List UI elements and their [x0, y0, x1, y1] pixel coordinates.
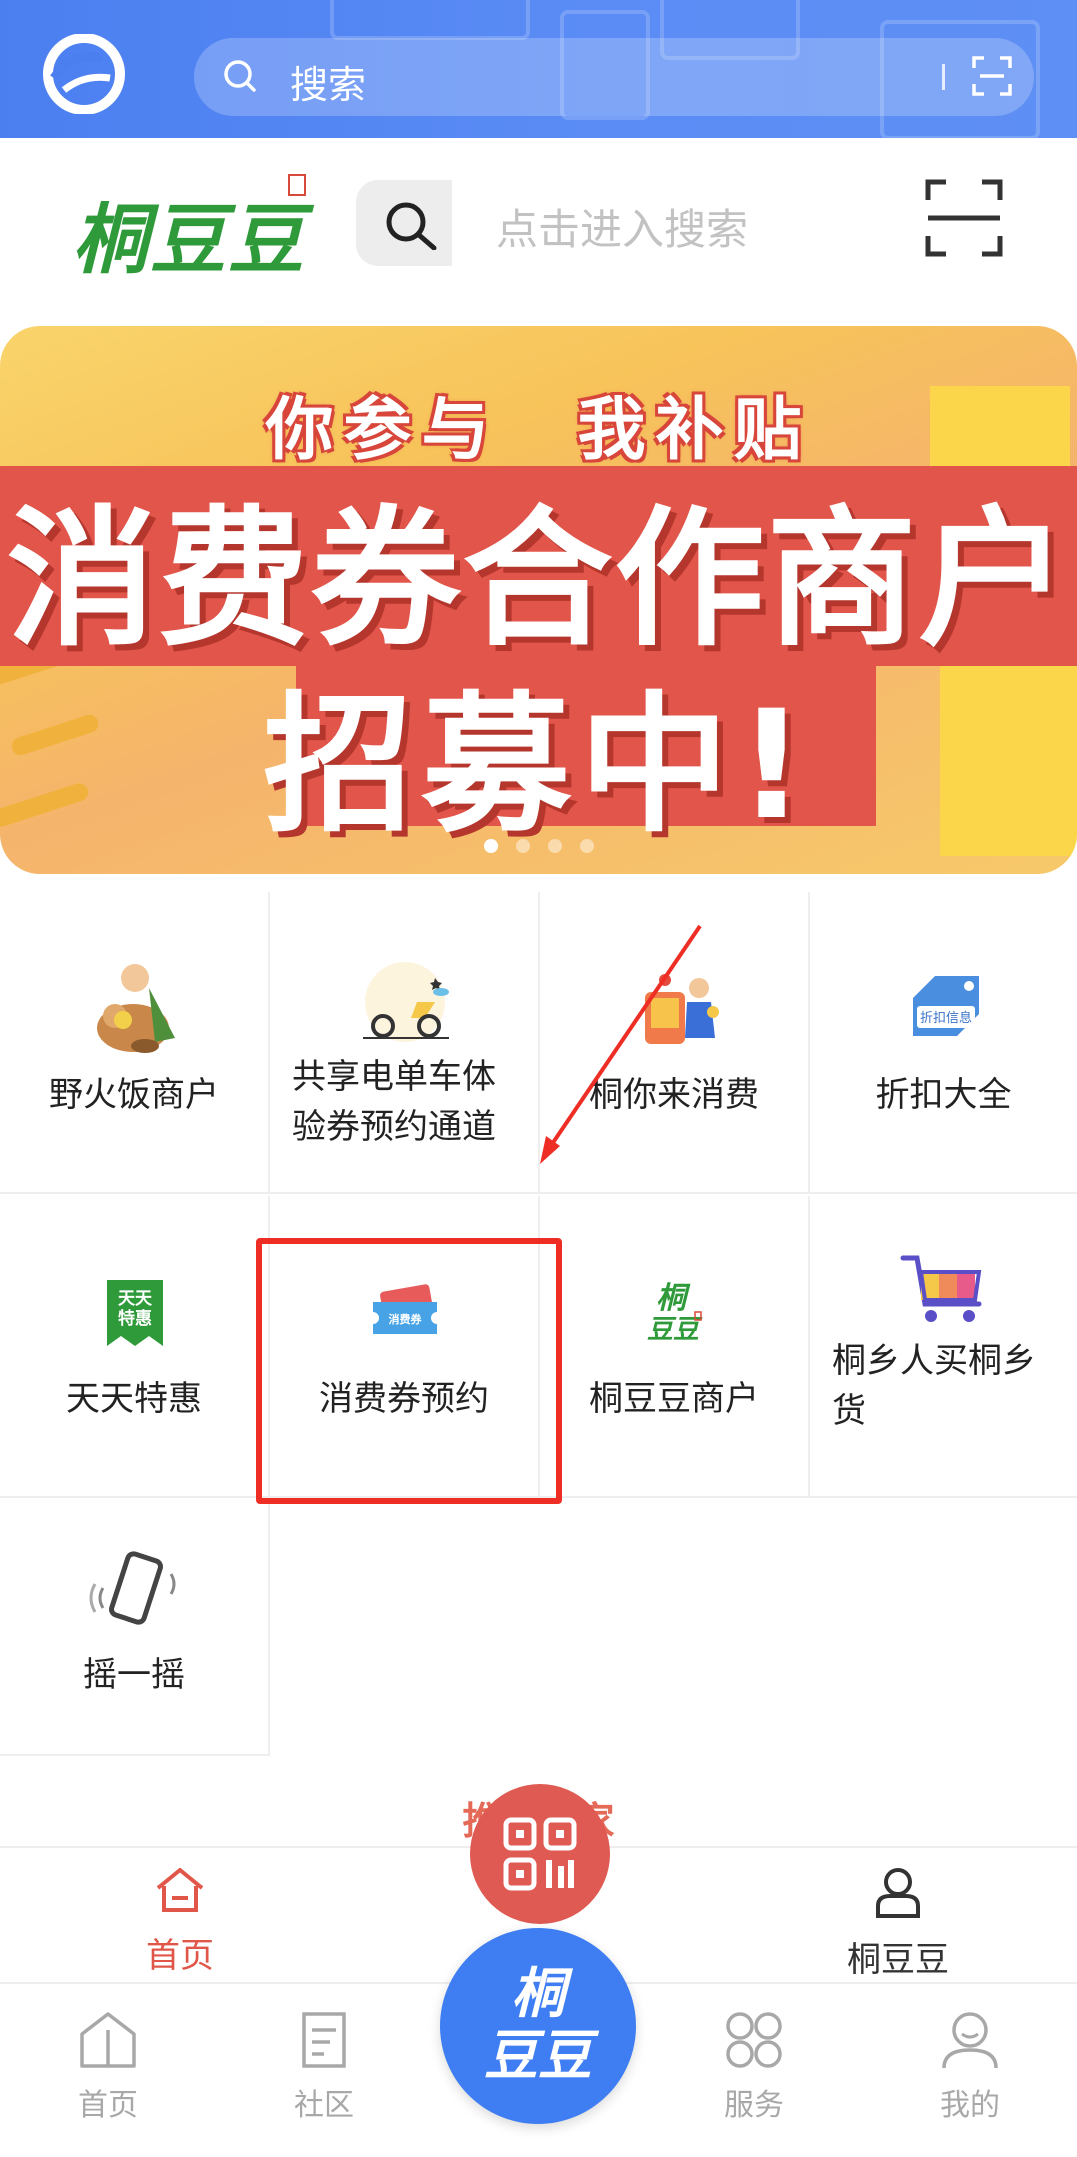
tab-label: 首页	[146, 1936, 214, 1976]
document-icon	[302, 2012, 346, 2068]
center-button-line1: 桐	[511, 1961, 565, 2025]
grid-item-label: 摇一摇	[83, 1655, 185, 1695]
tab-services[interactable]: 服务	[674, 2010, 834, 2124]
shake-phone-icon	[89, 1551, 176, 1625]
tab-label: 首页	[78, 2088, 138, 2123]
center-button-logo: 桐 豆豆	[440, 1962, 636, 2086]
services-icon	[726, 2012, 782, 2068]
svg-text:特惠: 特惠	[118, 1308, 152, 1329]
user-icon	[876, 1868, 920, 1918]
tab-tongdoudou[interactable]: 桐豆豆	[798, 1866, 998, 1981]
grid-item-shake[interactable]: 摇一摇	[0, 1500, 270, 1756]
tab-community[interactable]: 社区	[244, 2010, 404, 2124]
tab-label: 桐豆豆	[847, 1940, 949, 1980]
center-button-line2: 豆豆	[484, 2023, 592, 2087]
home-icon	[156, 1868, 204, 1912]
tab-home-inner[interactable]: 首页	[80, 1866, 280, 1977]
home-icon	[80, 2012, 136, 2068]
qr-code-button[interactable]	[470, 1784, 610, 1924]
tab-mine[interactable]: 我的	[890, 2010, 1050, 2124]
grid-item-label: 天天特惠	[66, 1379, 202, 1419]
tab-home[interactable]: 首页	[28, 2010, 188, 2124]
grid-item-label: 桐乡人买桐乡货	[832, 1341, 1036, 1431]
tab-label: 我的	[940, 2088, 1000, 2123]
tab-label: 社区	[294, 2088, 354, 2123]
tab-label: 服务	[724, 2088, 784, 2123]
profile-icon	[942, 2012, 998, 2069]
qr-code-icon	[503, 1817, 577, 1891]
center-home-button[interactable]: 桐 豆豆	[440, 1928, 636, 2124]
annotation-arrow	[540, 924, 702, 1164]
grid-item-label: 桐豆豆商户	[589, 1379, 759, 1419]
